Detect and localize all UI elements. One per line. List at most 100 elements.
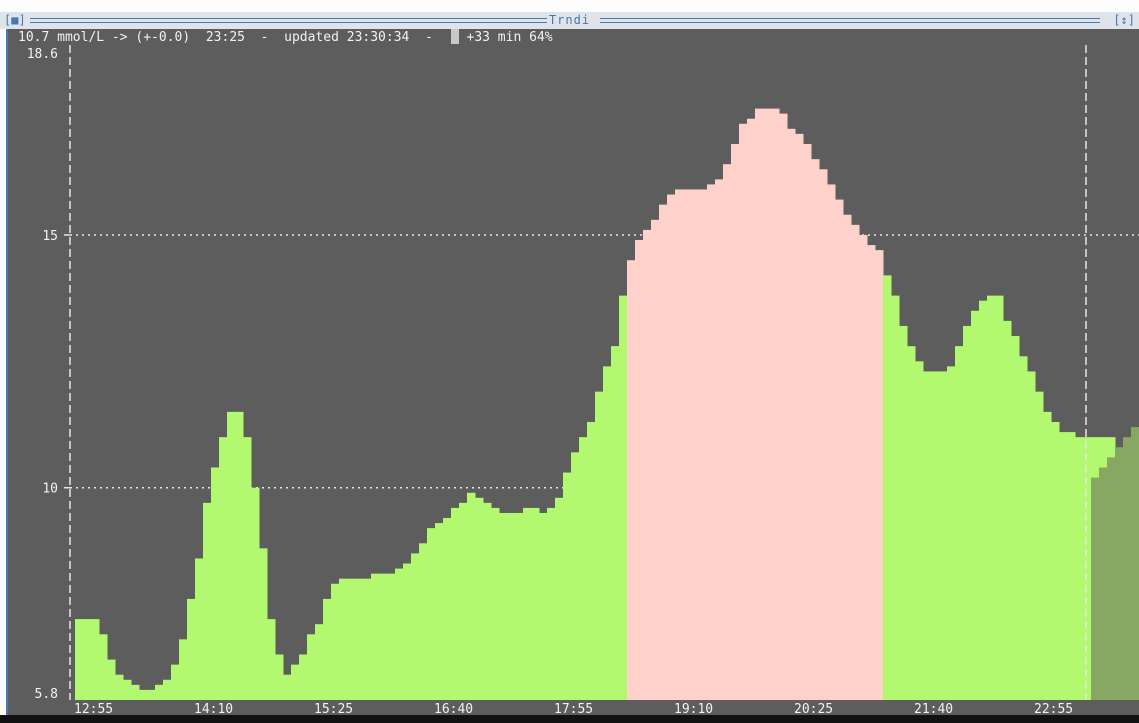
- data-bar: [899, 325, 908, 700]
- y-tick-label: 15: [42, 229, 58, 244]
- forecast-bar: [1099, 467, 1108, 700]
- data-bar: [131, 684, 140, 700]
- data-bar: [515, 512, 524, 700]
- data-bar: [691, 189, 700, 700]
- data-bar: [171, 664, 180, 700]
- data-bar: [947, 366, 956, 700]
- data-bar: [707, 184, 716, 700]
- data-bar: [235, 411, 244, 700]
- x-tick-label: 14:10: [194, 702, 233, 715]
- data-bar: [891, 295, 900, 700]
- data-bar: [811, 159, 820, 700]
- data-bar: [107, 659, 116, 700]
- data-bar: [971, 310, 980, 700]
- data-bar: [923, 371, 932, 700]
- data-bar: [491, 507, 500, 700]
- data-bar: [411, 553, 420, 700]
- data-bar: [363, 578, 372, 700]
- data-bar: [203, 502, 212, 700]
- data-bar: [419, 543, 428, 700]
- data-bar: [259, 548, 268, 700]
- data-bar: [275, 654, 284, 700]
- data-bar: [739, 123, 748, 700]
- data-bar: [187, 598, 196, 700]
- data-bar: [611, 346, 620, 700]
- data-bar: [339, 578, 348, 700]
- data-bar: [147, 689, 156, 700]
- data-bar: [483, 502, 492, 700]
- y-tick-label: 10: [42, 482, 58, 497]
- x-tick-label: 15:25: [314, 702, 353, 715]
- x-tick-label: 22:55: [1034, 702, 1073, 715]
- y-tick-label: 18.6: [27, 47, 58, 62]
- data-bar: [355, 578, 364, 700]
- data-bar: [299, 654, 308, 700]
- forecast-bar: [1115, 447, 1124, 700]
- data-bar: [163, 679, 172, 700]
- data-bar: [219, 437, 228, 700]
- data-bar: [291, 664, 300, 700]
- data-bar: [939, 371, 948, 700]
- data-bar: [603, 366, 612, 700]
- data-bar: [1035, 391, 1044, 700]
- data-bar: [283, 674, 292, 700]
- data-bar: [155, 684, 164, 700]
- data-bar: [1075, 437, 1084, 700]
- bottom-edge: [0, 715, 1139, 723]
- data-bar: [499, 512, 508, 700]
- data-bar: [579, 437, 588, 700]
- data-bar: [627, 260, 636, 700]
- data-bar: [315, 624, 324, 700]
- data-bar: [1027, 371, 1036, 700]
- data-bar: [555, 497, 564, 700]
- data-bar: [867, 245, 876, 700]
- data-bar: [675, 189, 684, 700]
- data-bar: [83, 619, 92, 700]
- x-tick-label: 20:25: [794, 702, 833, 715]
- data-bar: [531, 507, 540, 700]
- window-titlebar: [■] Trndi [↕]: [0, 12, 1139, 29]
- data-bar: [395, 568, 404, 700]
- data-bar: [467, 492, 476, 700]
- x-tick-label: 17:55: [554, 702, 593, 715]
- data-bar: [475, 497, 484, 700]
- data-bar: [387, 573, 396, 700]
- data-bar: [123, 679, 132, 700]
- x-tick-label: 12:55: [74, 702, 113, 715]
- data-bar: [1059, 432, 1068, 700]
- data-bar: [179, 639, 188, 700]
- data-bar: [99, 634, 108, 700]
- data-bar: [787, 128, 796, 700]
- x-tick-label: 19:10: [674, 702, 713, 715]
- data-bar: [115, 674, 124, 700]
- data-bar: [523, 507, 532, 700]
- data-bar: [931, 371, 940, 700]
- data-bar: [667, 194, 676, 700]
- data-bar: [507, 512, 516, 700]
- resize-icon[interactable]: [↕]: [1113, 12, 1135, 29]
- window-title: Trndi: [0, 12, 1139, 29]
- data-bar: [539, 512, 548, 700]
- data-bar: [803, 143, 812, 700]
- data-bar: [779, 113, 788, 700]
- data-bar: [963, 325, 972, 700]
- data-bar: [915, 361, 924, 700]
- data-bar: [379, 573, 388, 700]
- data-bar: [323, 598, 332, 700]
- data-bar: [699, 189, 708, 700]
- x-tick-label: 21:40: [914, 702, 953, 715]
- y-tick-label: 5.8: [35, 687, 58, 702]
- data-bar: [763, 108, 772, 700]
- data-bar: [211, 467, 220, 700]
- x-tick-label: 16:40: [434, 702, 473, 715]
- data-bar: [995, 295, 1004, 700]
- data-bar: [731, 143, 740, 700]
- data-bar: [267, 619, 276, 700]
- data-bar: [139, 689, 148, 700]
- data-bar: [243, 437, 252, 700]
- window-title-label: Trndi: [546, 13, 593, 27]
- data-bar: [595, 391, 604, 700]
- data-bar: [443, 518, 452, 700]
- data-bar: [587, 421, 596, 700]
- data-bar: [459, 502, 468, 700]
